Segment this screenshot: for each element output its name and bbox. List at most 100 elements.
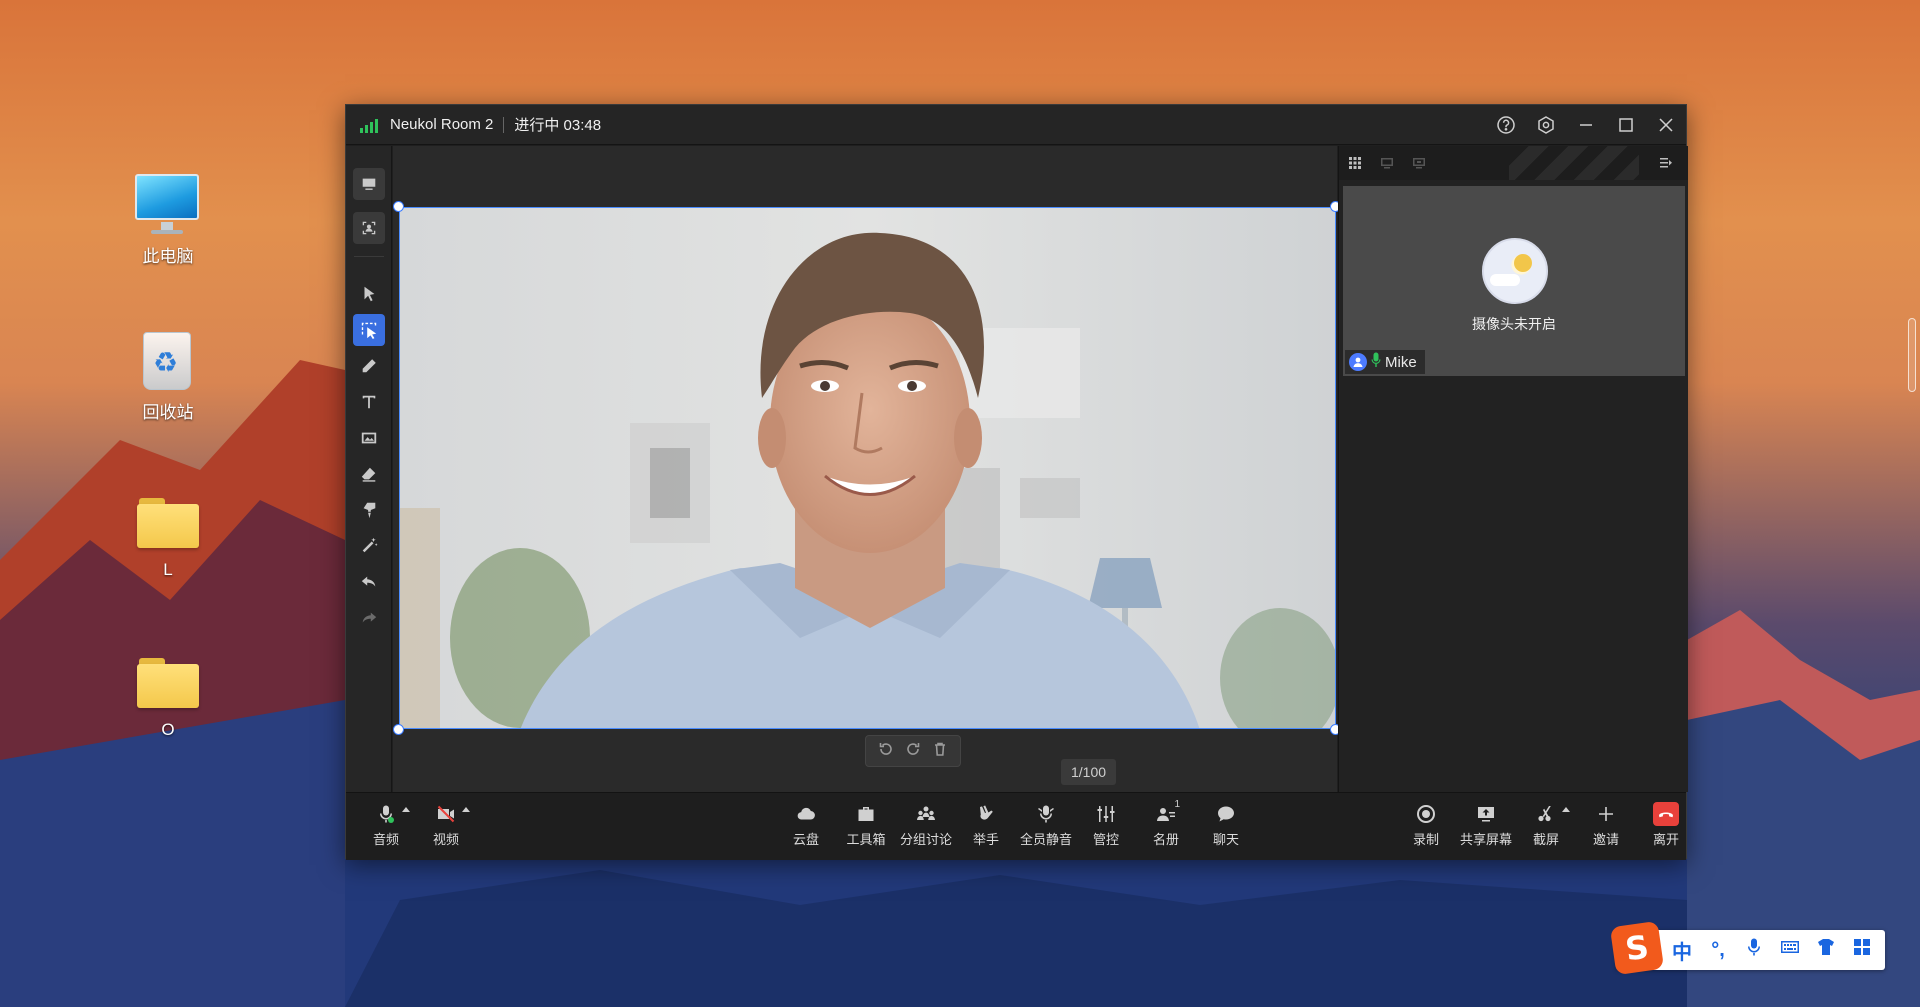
- resize-handle-bottom-left[interactable]: [393, 724, 404, 735]
- share-view-icon[interactable]: [1403, 146, 1435, 180]
- participant-name: Mike: [1385, 353, 1417, 371]
- close-icon[interactable]: [1646, 105, 1686, 145]
- speaker-view-icon[interactable]: [1371, 146, 1403, 180]
- screenshot-button[interactable]: 截屏: [1516, 801, 1576, 853]
- toolbox-button[interactable]: 工具箱: [836, 801, 896, 853]
- brush-icon[interactable]: [353, 494, 385, 526]
- header-decoration: [1509, 146, 1639, 180]
- help-icon[interactable]: [1486, 105, 1526, 145]
- resize-handle-top-left[interactable]: [393, 201, 404, 212]
- video-options-caret[interactable]: [462, 807, 470, 812]
- ime-toolbar[interactable]: S 中 °,: [1609, 920, 1885, 976]
- record-icon: [1417, 805, 1435, 823]
- breakout-button[interactable]: 分组讨论: [896, 801, 956, 853]
- whiteboard-icon[interactable]: [353, 168, 385, 200]
- eraser-icon[interactable]: [353, 458, 385, 490]
- meeting-window: Neukol Room 2 进行中 03:48 1/100 摄像头未开启 Mik…: [345, 104, 1688, 860]
- leave-button[interactable]: 离开: [1636, 801, 1696, 853]
- undo-icon[interactable]: [353, 566, 385, 598]
- desktop-icon-this-pc[interactable]: 此电脑: [113, 172, 223, 267]
- settings-icon[interactable]: [1526, 105, 1566, 145]
- folder-icon: [133, 490, 203, 554]
- screenshot-icon: [1538, 806, 1551, 822]
- mic-on-icon: [1371, 352, 1381, 372]
- cloud-drive-button[interactable]: 云盘: [776, 801, 836, 853]
- portrait-icon[interactable]: [353, 212, 385, 244]
- grid-view-icon[interactable]: [1339, 146, 1371, 180]
- meeting-control-bar: 音频 视频 云盘 工具箱 分组讨论 举手 全员静音 管控 1 名册 聊天 录制 …: [346, 792, 1686, 860]
- rotate-left-icon[interactable]: [878, 741, 894, 762]
- shared-video[interactable]: [399, 207, 1336, 729]
- chat-icon: [1218, 806, 1234, 822]
- mute-all-label: 全员静音: [1019, 832, 1072, 847]
- roster-button[interactable]: 1 名册: [1136, 799, 1196, 853]
- pointer-icon[interactable]: [353, 278, 385, 310]
- whiteboard-toolbar: [346, 146, 392, 792]
- share-screen-button[interactable]: 共享屏幕: [1456, 801, 1516, 853]
- screenshot-options-caret[interactable]: [1562, 807, 1570, 812]
- ime-mode-toggle[interactable]: 中: [1670, 936, 1694, 965]
- text-icon[interactable]: [353, 386, 385, 418]
- audio-label: 音频: [372, 832, 399, 847]
- controls-icon: [1097, 806, 1115, 822]
- participant-tile[interactable]: 摄像头未开启 Mike: [1343, 186, 1685, 376]
- image-icon[interactable]: [353, 422, 385, 454]
- raise-hand-button[interactable]: 举手: [956, 801, 1016, 853]
- toolbox-icon: [858, 807, 874, 821]
- mic-icon: [380, 805, 394, 823]
- signal-icon: [360, 117, 378, 133]
- recycle-bin-icon: ♻: [133, 328, 203, 392]
- ime-logo[interactable]: S: [1609, 920, 1665, 976]
- roster-icon: [1157, 808, 1175, 821]
- breakout-icon: [917, 806, 935, 820]
- controls-label: 管控: [1092, 832, 1119, 847]
- title-bar[interactable]: Neukol Room 2 进行中 03:48: [346, 105, 1686, 145]
- video-frame-image: [400, 208, 1335, 728]
- audio-options-caret[interactable]: [402, 807, 410, 812]
- controls-button[interactable]: 管控: [1076, 801, 1136, 853]
- roster-label: 名册: [1152, 832, 1179, 847]
- edge-scroll-handle[interactable]: [1908, 318, 1916, 392]
- folder-icon: [133, 650, 203, 714]
- maximize-icon[interactable]: [1606, 105, 1646, 145]
- voice-icon[interactable]: [1742, 937, 1766, 963]
- pen-icon[interactable]: [353, 350, 385, 382]
- toolbox-grid-icon[interactable]: [1850, 937, 1874, 963]
- desktop-icon-folder-o[interactable]: O: [113, 650, 223, 740]
- camera-off-text: 摄像头未开启: [1472, 316, 1556, 332]
- invite-label: 邀请: [1592, 832, 1619, 847]
- invite-button[interactable]: 邀请: [1576, 801, 1636, 853]
- computer-icon: [133, 172, 203, 236]
- toolbox-label: 工具箱: [846, 832, 886, 847]
- video-button[interactable]: 视频: [416, 801, 476, 853]
- keyboard-icon[interactable]: [1778, 937, 1802, 963]
- video-object-controls: [865, 735, 961, 767]
- box-select-icon[interactable]: [353, 314, 385, 346]
- collapse-panel-icon[interactable]: [1650, 146, 1682, 180]
- chat-label: 聊天: [1212, 832, 1239, 847]
- share-screen-icon: [1478, 807, 1494, 822]
- mute-all-button[interactable]: 全员静音: [1016, 801, 1076, 853]
- desktop-icon-recycle-bin[interactable]: ♻ 回收站: [113, 328, 223, 423]
- camera-off-icon: [437, 805, 455, 823]
- chat-button[interactable]: 聊天: [1196, 801, 1256, 853]
- screenshot-label: 截屏: [1532, 832, 1559, 847]
- delete-icon[interactable]: [932, 741, 948, 762]
- meeting-status: 进行中 03:48: [514, 117, 602, 134]
- participant-panel: 摄像头未开启 Mike: [1338, 146, 1688, 792]
- desktop-icon-label: O: [161, 720, 175, 739]
- ime-punctuation-toggle[interactable]: °,: [1706, 939, 1730, 962]
- magic-wand-icon[interactable]: [353, 530, 385, 562]
- minimize-icon[interactable]: [1566, 105, 1606, 145]
- audio-button[interactable]: 音频: [356, 801, 416, 853]
- video-label: 视频: [432, 832, 459, 847]
- leave-label: 离开: [1652, 832, 1679, 847]
- desktop-icon-label: 回收站: [142, 403, 194, 422]
- redo-icon[interactable]: [353, 602, 385, 634]
- skin-icon[interactable]: [1814, 937, 1838, 963]
- shared-stage[interactable]: 1/100: [393, 146, 1341, 792]
- record-button[interactable]: 录制: [1396, 801, 1456, 853]
- leave-icon: [1653, 802, 1679, 826]
- desktop-icon-folder-l[interactable]: L: [113, 490, 223, 580]
- rotate-right-icon[interactable]: [905, 741, 921, 762]
